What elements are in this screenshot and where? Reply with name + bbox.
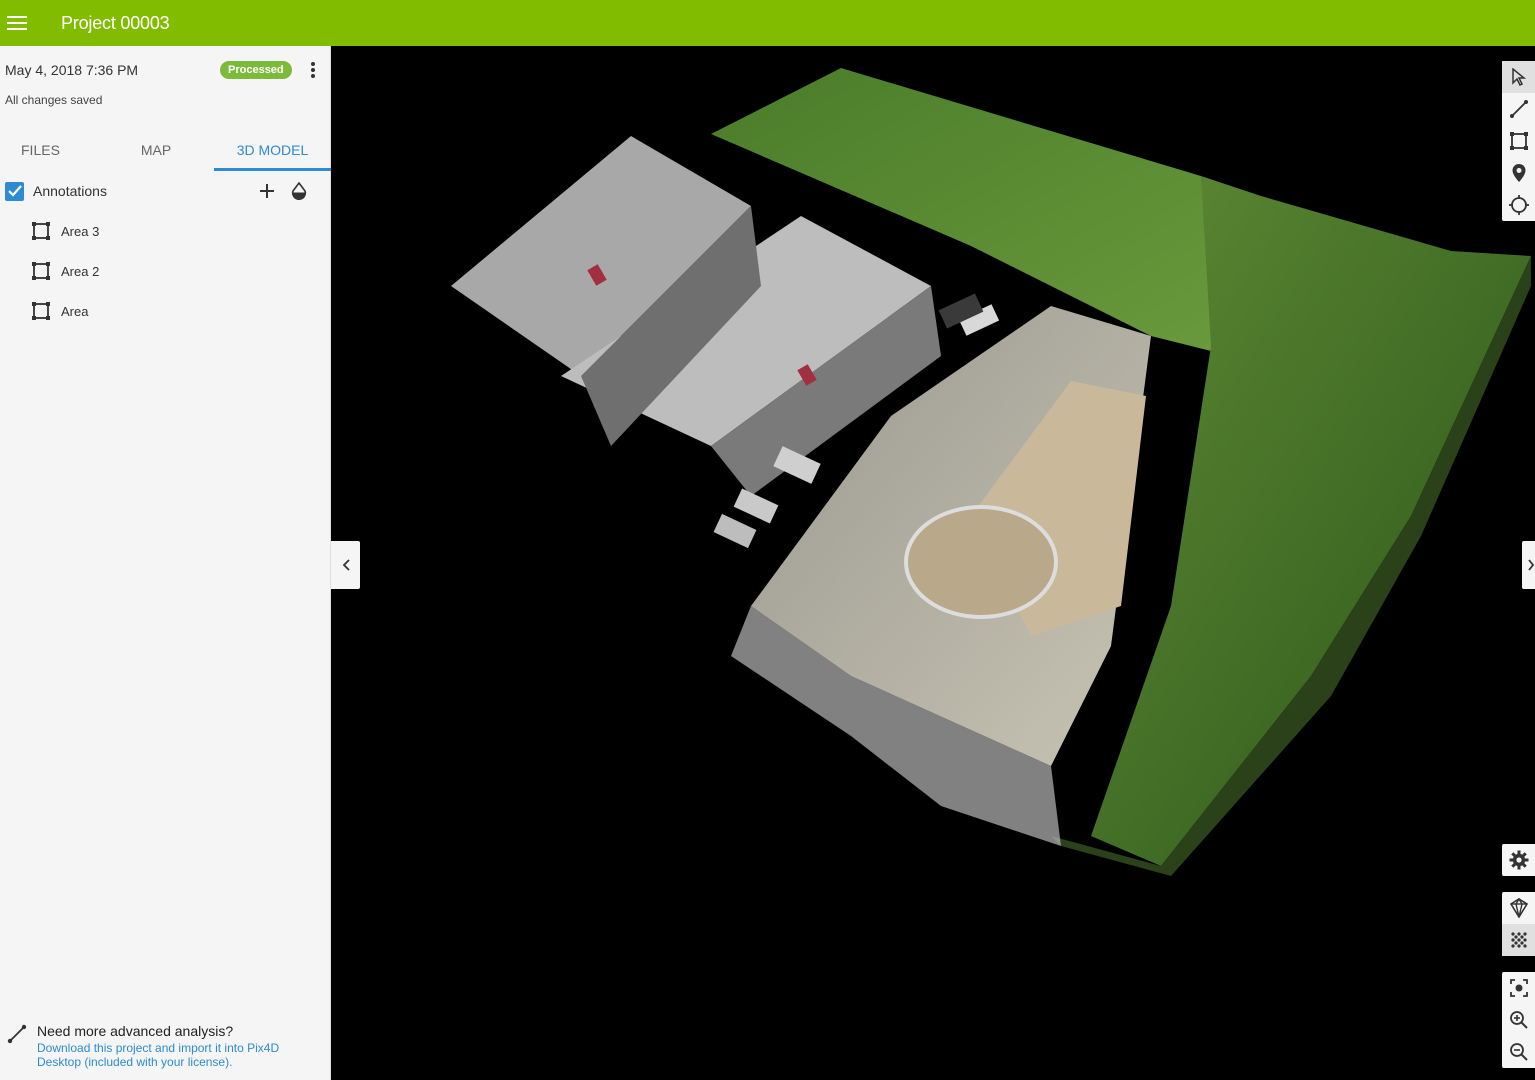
project-title: Project 00003 xyxy=(61,12,170,33)
point-cloud-view-button[interactable] xyxy=(1502,924,1535,956)
marker-icon xyxy=(1512,164,1525,182)
project-date: May 4, 2018 7:36 PM xyxy=(5,62,139,78)
diamond-icon xyxy=(1509,898,1528,918)
focus-button[interactable] xyxy=(1502,972,1535,1004)
annotations-checkbox[interactable] xyxy=(5,181,24,201)
download-desktop-link[interactable]: Download this project and import it into… xyxy=(37,1041,307,1069)
select-icon xyxy=(1511,68,1526,86)
advanced-analysis-heading: Need more advanced analysis? xyxy=(37,1023,234,1039)
3d-viewport[interactable] xyxy=(331,46,1535,1080)
color-annotation-button[interactable] xyxy=(289,180,309,202)
area-icon xyxy=(31,301,51,321)
annotation-label: Area 2 xyxy=(61,263,100,279)
chevron-left-icon xyxy=(342,559,350,571)
area-icon xyxy=(31,261,51,281)
expand-right-panel-button[interactable] xyxy=(1522,541,1535,589)
zoom-in-icon xyxy=(1509,1011,1528,1029)
line-icon xyxy=(7,1024,27,1044)
add-annotation-button[interactable] xyxy=(257,180,277,202)
target-tool-button[interactable] xyxy=(1502,189,1535,221)
focus-icon xyxy=(1509,979,1528,997)
plus-icon xyxy=(260,184,274,198)
line-icon xyxy=(1509,100,1528,118)
drop-icon xyxy=(291,182,307,200)
save-status: All changes saved xyxy=(5,93,103,107)
zoom-in-button[interactable] xyxy=(1502,1004,1535,1036)
kebab-icon xyxy=(311,62,315,78)
list-item[interactable]: Area 3 xyxy=(0,211,331,251)
tab-3d-model[interactable]: 3D MODEL xyxy=(214,128,331,171)
zoom-toolbar xyxy=(1502,972,1535,1068)
status-badge: Processed xyxy=(220,61,292,79)
annotation-label: Area xyxy=(61,303,89,319)
check-icon xyxy=(7,185,22,197)
annotations-header: Annotations xyxy=(5,180,325,202)
area-icon xyxy=(1509,132,1528,150)
point-cloud-render xyxy=(451,68,1531,876)
annotation-label: Area 3 xyxy=(61,223,100,239)
area-tool-button[interactable] xyxy=(1502,125,1535,157)
tab-map[interactable]: MAP xyxy=(98,128,214,171)
chevron-right-icon xyxy=(1528,559,1534,571)
measure-toolbar xyxy=(1502,61,1535,221)
area-icon xyxy=(31,221,51,241)
target-icon xyxy=(1508,195,1529,215)
settings-toolbar xyxy=(1502,844,1535,876)
view-mode-toolbar xyxy=(1502,892,1535,956)
tab-bar: FILES MAP 3D MODEL xyxy=(0,128,331,171)
annotation-list: Area 3 Area 2 Area xyxy=(0,211,331,331)
marker-tool-button[interactable] xyxy=(1502,157,1535,189)
mesh-view-button[interactable] xyxy=(1502,892,1535,924)
advanced-analysis-footer: Need more advanced analysis? Download th… xyxy=(0,1018,331,1078)
project-meta: May 4, 2018 7:36 PM Processed xyxy=(5,60,325,80)
list-item[interactable]: Area xyxy=(0,291,331,331)
collapse-sidebar-button[interactable] xyxy=(331,541,360,589)
line-tool-button[interactable] xyxy=(1502,93,1535,125)
select-tool-button[interactable] xyxy=(1502,61,1535,93)
point-cloud-icon xyxy=(1510,932,1527,948)
menu-button[interactable] xyxy=(0,0,34,46)
zoom-out-button[interactable] xyxy=(1502,1036,1535,1068)
more-options-button[interactable] xyxy=(305,58,321,82)
gear-icon xyxy=(1509,850,1528,870)
annotations-label: Annotations xyxy=(33,183,107,199)
top-bar: Project 00003 xyxy=(0,0,1535,46)
list-item[interactable]: Area 2 xyxy=(0,251,331,291)
hamburger-icon xyxy=(7,16,27,30)
tab-files[interactable]: FILES xyxy=(0,128,98,171)
zoom-out-icon xyxy=(1509,1043,1528,1061)
settings-button[interactable] xyxy=(1502,844,1535,876)
sidebar: May 4, 2018 7:36 PM Processed All change… xyxy=(0,46,331,1080)
